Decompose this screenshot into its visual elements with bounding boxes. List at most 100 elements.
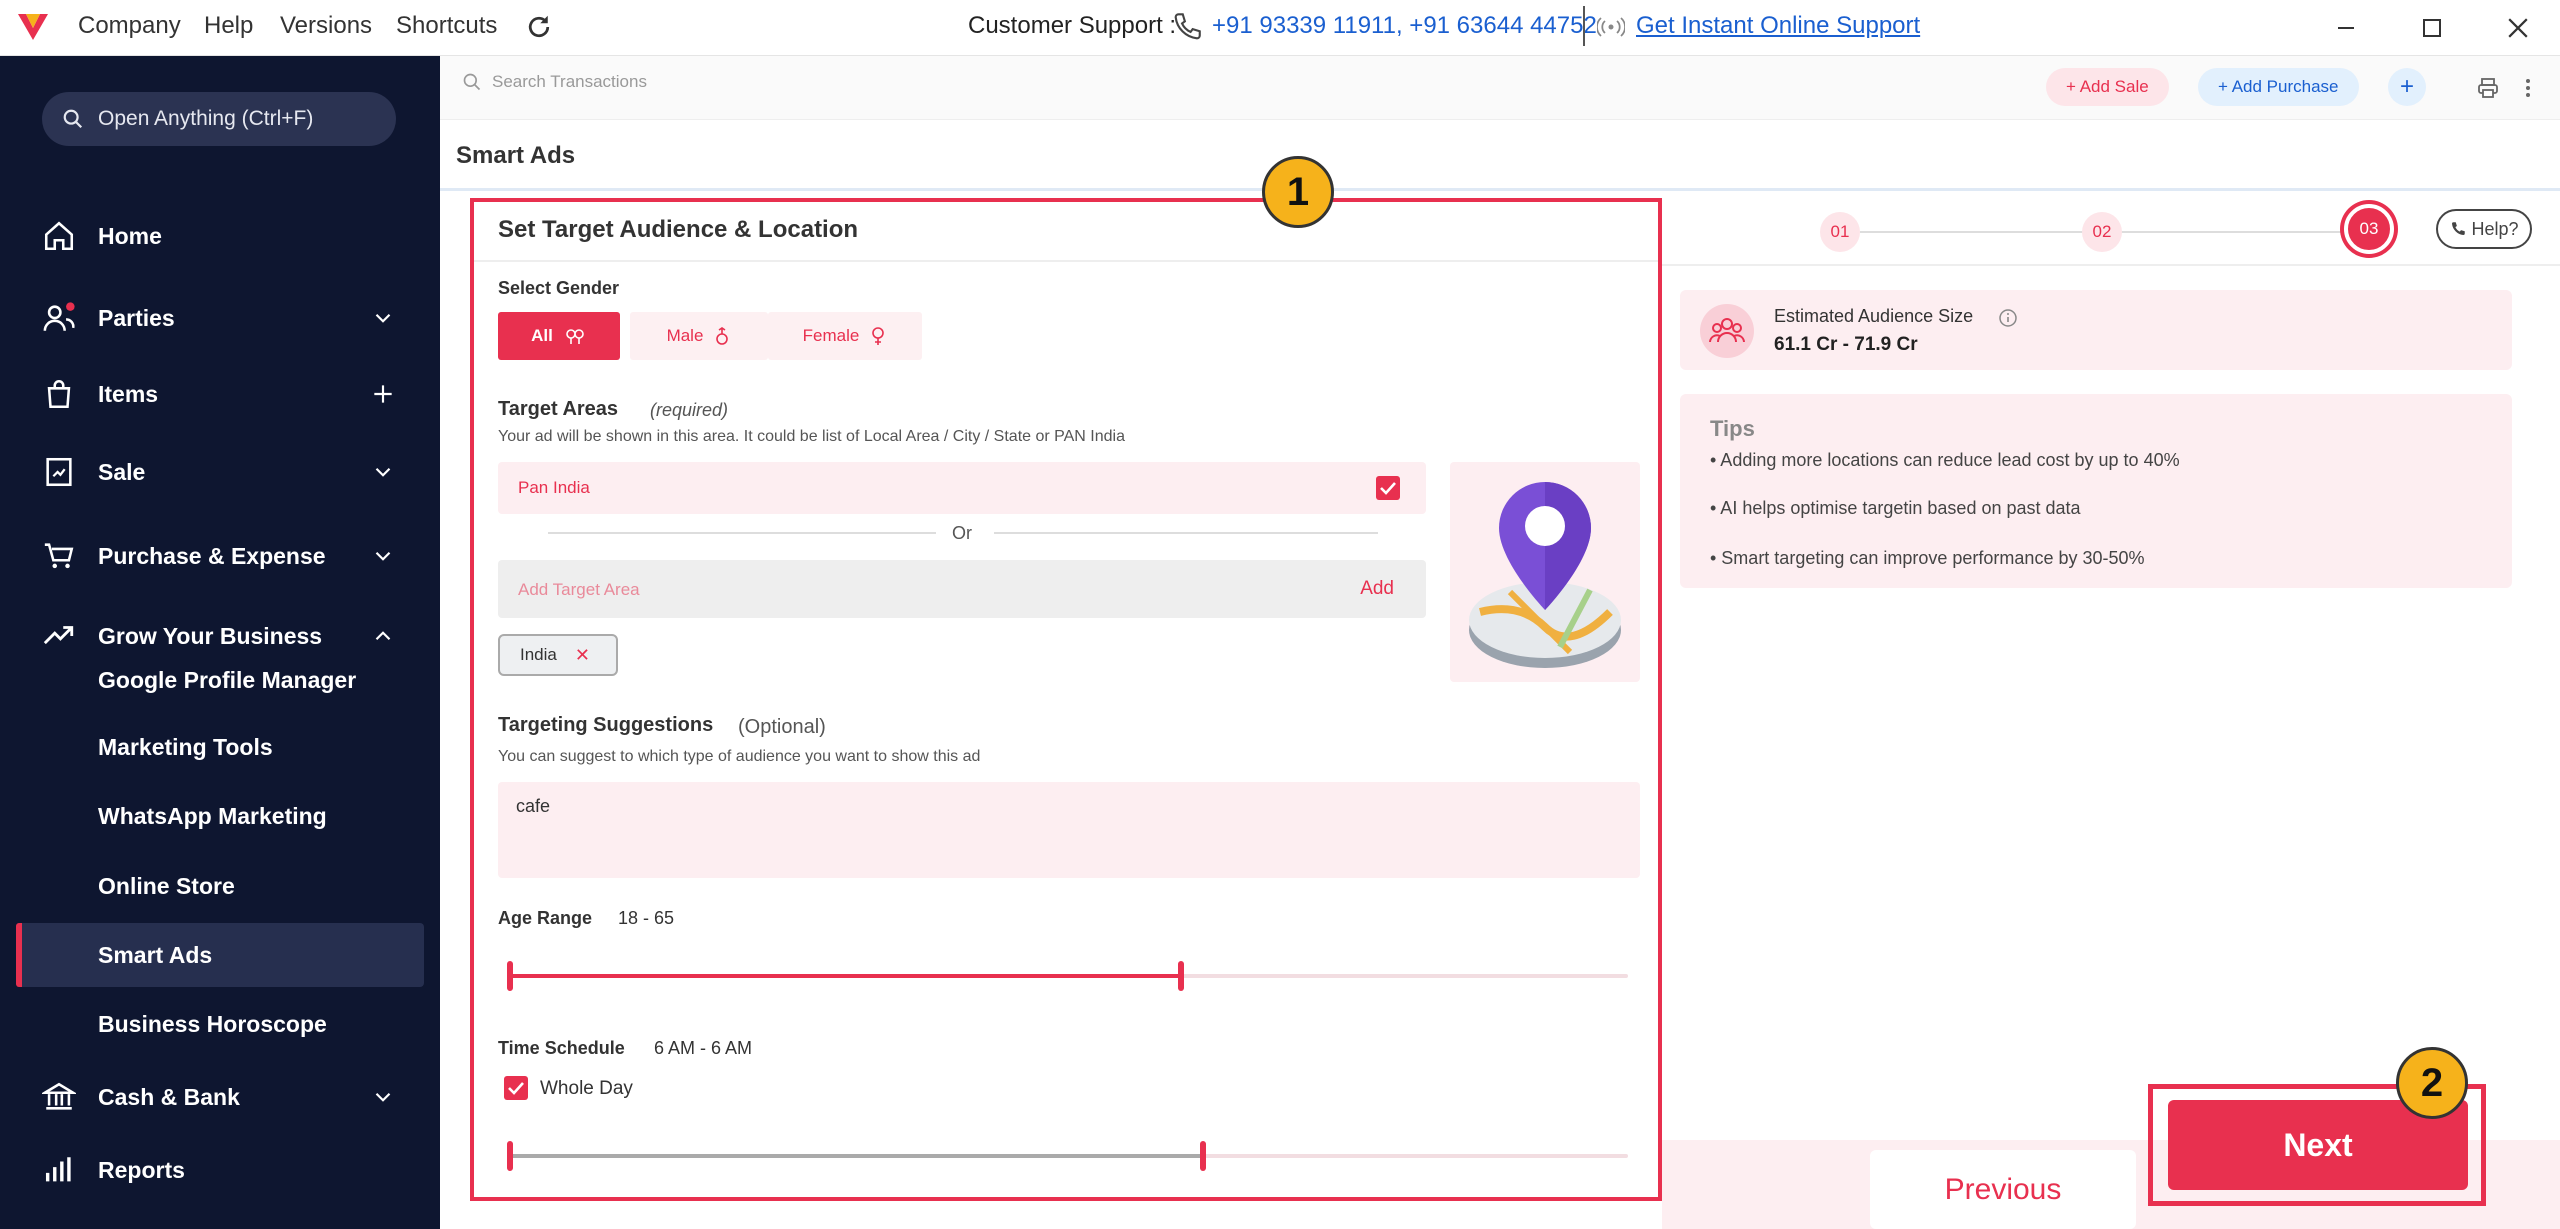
menu-shortcuts[interactable]: Shortcuts: [396, 12, 497, 40]
sidebar-sub-label: Google Profile Manager: [98, 666, 357, 693]
age-range-label: Age Range: [498, 908, 593, 928]
whole-day-checkbox[interactable]: [504, 1076, 528, 1100]
suggestions-hint: You can suggest to which type of audienc…: [498, 748, 981, 765]
sidebar-sub-smart-ads[interactable]: Smart Ads: [16, 923, 424, 987]
support-phone-numbers[interactable]: +91 93339 11911, +91 63644 44752: [1212, 12, 1597, 40]
sidebar-sub-label: Online Store: [98, 872, 235, 899]
target-area-placeholder: Add Target Area: [518, 580, 640, 599]
age-slider-max-handle[interactable]: [1178, 961, 1184, 991]
required-tag: (required): [650, 400, 729, 420]
help-button[interactable]: Help?: [2436, 209, 2532, 249]
maximize-icon: [2423, 19, 2441, 37]
sidebar-sub-marketing-tools[interactable]: Marketing Tools: [0, 715, 440, 779]
close-icon: [2508, 18, 2528, 38]
sidebar-sub-google-profile-manager[interactable]: Google Profile Manager: [0, 648, 440, 712]
target-audience-panel: Set Target Audience & Location Select Ge…: [470, 198, 1662, 1201]
title-bar: Company Help Versions Shortcuts Customer…: [0, 0, 2560, 56]
audience-size-value: 61.1 Cr - 71.9 Cr: [1774, 334, 1918, 355]
menu-versions[interactable]: Versions: [280, 12, 372, 40]
step-03-active[interactable]: 03: [2344, 204, 2394, 254]
step-01[interactable]: 01: [1820, 212, 1860, 252]
pan-india-label: Pan India: [518, 478, 590, 497]
divider: [1662, 264, 2560, 266]
chevron-up-icon[interactable]: [370, 623, 396, 649]
app-logo-icon: [18, 14, 48, 40]
shopping-bag-icon: [47, 379, 71, 409]
time-slider-min-handle[interactable]: [507, 1141, 513, 1171]
open-anything-search[interactable]: Open Anything (Ctrl+F): [42, 92, 396, 146]
step-02[interactable]: 02: [2082, 212, 2122, 252]
age-slider-min-handle[interactable]: [507, 961, 513, 991]
sidebar-sub-label: Smart Ads: [98, 941, 213, 968]
male-icon: [716, 327, 729, 345]
sidebar-sub-whatsapp-marketing[interactable]: WhatsApp Marketing: [0, 784, 440, 848]
add-target-area-input[interactable]: Add Target Area Add: [498, 560, 1426, 618]
search-transactions-input[interactable]: Search Transactions: [462, 72, 647, 92]
sidebar-item-sale[interactable]: Sale: [0, 442, 440, 502]
plus-icon[interactable]: [370, 381, 396, 407]
search-icon: [63, 109, 83, 129]
add-target-area-button[interactable]: Add: [1360, 578, 1394, 600]
broadcast-icon: [1597, 17, 1625, 37]
menu-company[interactable]: Company: [78, 12, 181, 40]
sidebar-sub-business-horoscope[interactable]: Business Horoscope: [0, 992, 440, 1056]
add-more-button[interactable]: +: [2388, 68, 2426, 106]
search-icon: [463, 73, 481, 91]
parties-icon: [43, 302, 75, 331]
info-icon[interactable]: [1998, 308, 2018, 328]
gender-female-button[interactable]: Female: [768, 312, 922, 360]
targeting-suggestions-textarea[interactable]: cafe: [498, 782, 1640, 878]
checkmark-icon: [1380, 482, 1396, 495]
pan-india-option[interactable]: Pan India: [498, 462, 1426, 514]
sidebar-sub-label: Marketing Tools: [98, 733, 273, 760]
map-illustration: [1450, 462, 1640, 682]
sidebar-item-label: Grow Your Business: [98, 622, 323, 649]
sidebar-item-items[interactable]: Items: [0, 364, 440, 424]
bank-icon: [42, 1082, 76, 1110]
page-title: Smart Ads: [456, 142, 576, 169]
gender-option-label: Female: [802, 326, 860, 345]
tips-title: Tips: [1710, 416, 1755, 441]
chevron-down-icon[interactable]: [370, 459, 396, 485]
gender-male-button[interactable]: Male: [630, 312, 768, 360]
sidebar-item-home[interactable]: Home: [0, 206, 440, 266]
phone-icon: [1174, 13, 1201, 40]
suggestions-value: cafe: [516, 796, 551, 816]
divider: [548, 532, 936, 534]
sidebar-item-label: Parties: [98, 304, 175, 331]
printer-icon[interactable]: [2476, 76, 2500, 100]
sidebar-item-parties[interactable]: Parties: [0, 288, 440, 348]
gender-all-button[interactable]: All: [498, 312, 620, 360]
target-area-chip: India ✕: [498, 634, 618, 676]
sidebar-item-purchase-expense[interactable]: Purchase & Expense: [0, 526, 440, 586]
tips-card: Tips • Adding more locations can reduce …: [1680, 394, 2512, 588]
checkmark-icon: [508, 1082, 524, 1095]
chevron-down-icon[interactable]: [370, 305, 396, 331]
panel-title: Set Target Audience & Location: [498, 216, 859, 243]
remove-chip-icon[interactable]: ✕: [575, 645, 590, 666]
add-sale-button[interactable]: + Add Sale: [2046, 68, 2169, 106]
sale-receipt-icon: [46, 457, 72, 487]
sidebar-sub-online-store[interactable]: Online Store: [0, 854, 440, 918]
home-icon: [44, 221, 74, 251]
add-purchase-button[interactable]: + Add Purchase: [2198, 68, 2359, 106]
refresh-icon[interactable]: [524, 12, 554, 42]
sidebar-item-cash-bank[interactable]: Cash & Bank: [0, 1067, 440, 1127]
tip-item: • Smart targeting can improve performanc…: [1710, 548, 2145, 568]
sidebar-item-label: Items: [98, 380, 159, 407]
menu-help[interactable]: Help: [204, 12, 253, 40]
estimated-audience-card: Estimated Audience Size 61.1 Cr - 71.9 C…: [1680, 290, 2512, 370]
sidebar-item-reports[interactable]: Reports: [0, 1140, 440, 1200]
time-slider-max-handle[interactable]: [1200, 1141, 1206, 1171]
maximize-button[interactable]: [2412, 8, 2452, 48]
minimize-button[interactable]: [2326, 8, 2366, 48]
chevron-down-icon[interactable]: [370, 543, 396, 569]
more-vertical-icon[interactable]: [2518, 76, 2538, 100]
pan-india-checkbox[interactable]: [1376, 476, 1400, 500]
gender-option-label: All: [531, 326, 553, 345]
instant-support-link[interactable]: Get Instant Online Support: [1636, 12, 1920, 40]
close-button[interactable]: [2498, 8, 2538, 48]
previous-button[interactable]: Previous: [1870, 1150, 2136, 1229]
chevron-down-icon[interactable]: [370, 1084, 396, 1110]
age-slider-fill: [510, 974, 1181, 978]
